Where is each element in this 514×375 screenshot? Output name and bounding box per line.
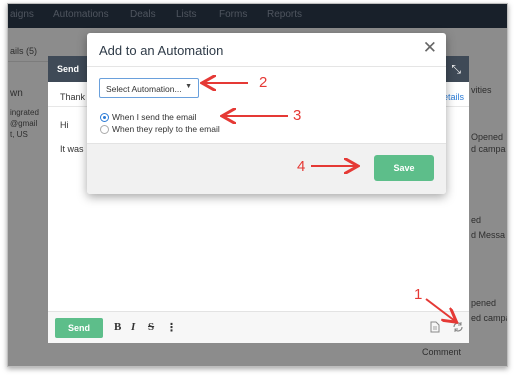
annotation-arrow-1 [425,298,455,321]
app-window: aigns Automations Deals Lists Forms Repo… [7,3,508,367]
annotation-arrows [8,4,508,367]
